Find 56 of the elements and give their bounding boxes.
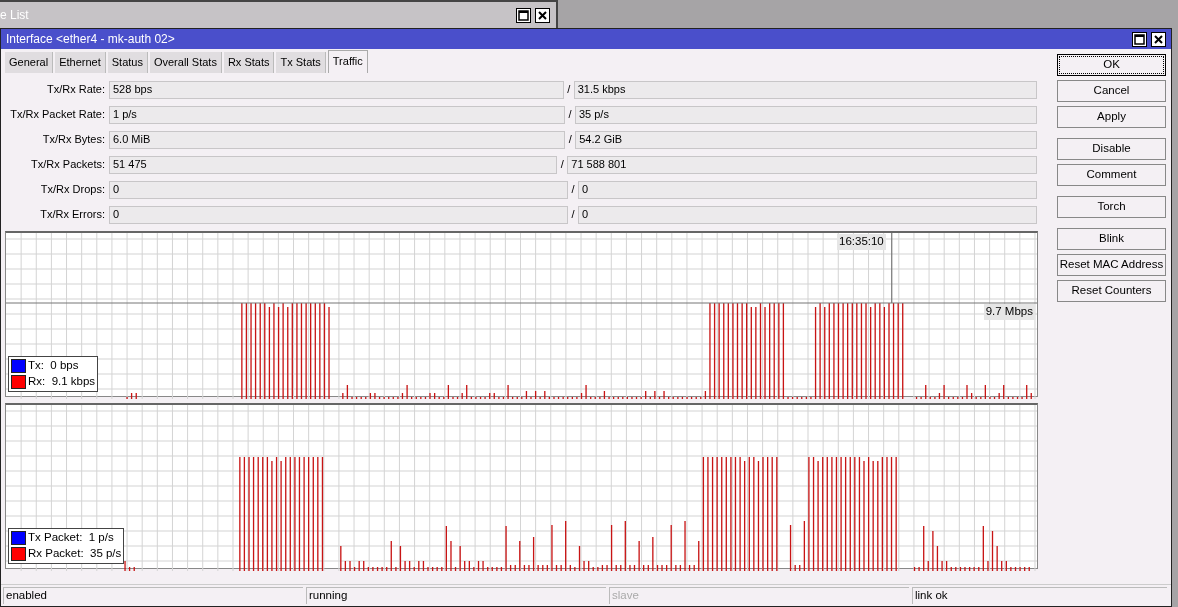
value-field: 71 588 801: [567, 155, 1037, 174]
separator-text: /: [566, 82, 572, 97]
value-field: 528 bps: [109, 80, 564, 99]
field-label: Tx/Rx Packet Rate:: [9, 107, 106, 122]
value-field: 51 475: [109, 155, 558, 174]
action-button[interactable]: Comment: [1057, 164, 1166, 186]
window-title: e List: [0, 7, 29, 23]
value-field: 54.2 GiB: [575, 130, 1037, 149]
status-text: running: [306, 587, 606, 604]
legend-text: Rx Packet: 35 p/s: [28, 547, 122, 561]
close-button[interactable]: [535, 7, 550, 23]
scale-label: 9.7 Mbps: [983, 304, 1035, 320]
time-label: 16:35:10: [837, 234, 886, 250]
value-field: 31.5 kbps: [573, 80, 1037, 99]
legend-text: Rx: 9.1 kbps: [28, 375, 96, 389]
value-field: 0: [109, 205, 568, 224]
separator-text: /: [570, 207, 576, 222]
field-label: Tx/Rx Packets:: [30, 157, 106, 172]
window-title: Interface <ether4 - mk-auth 02>: [6, 31, 175, 47]
value-field: 0: [109, 180, 568, 199]
action-button[interactable]: Reset MAC Address: [1057, 254, 1166, 276]
field-label: Tx/Rx Drops:: [39, 182, 106, 197]
maximize-button[interactable]: [516, 7, 531, 23]
tab[interactable]: Rx Stats: [223, 52, 275, 73]
status-text: slave: [609, 587, 909, 604]
value-field: 35 p/s: [574, 105, 1037, 124]
action-button[interactable]: Torch: [1057, 196, 1166, 218]
legend-text: Tx Packet: 1 p/s: [28, 531, 114, 545]
tab[interactable]: Ethernet: [55, 52, 106, 73]
action-button[interactable]: Apply: [1057, 106, 1166, 128]
action-button[interactable]: Disable: [1057, 138, 1166, 160]
action-button[interactable]: Blink: [1057, 228, 1166, 250]
field-label: Tx/Rx Bytes:: [41, 132, 106, 147]
separator-text: /: [559, 157, 565, 172]
status-text: link ok: [912, 587, 1167, 604]
tab[interactable]: Tx Stats: [276, 52, 326, 73]
value-field: 0: [578, 205, 1037, 224]
status-text: enabled: [3, 587, 303, 604]
tab[interactable]: Status: [107, 52, 148, 73]
field-label: Tx/Rx Rate:: [45, 82, 106, 97]
separator-text: /: [567, 107, 573, 122]
maximize-button[interactable]: [1132, 31, 1147, 47]
field-label: Tx/Rx Errors:: [39, 207, 106, 222]
value-field: 1 p/s: [109, 105, 565, 124]
value-field: 6.0 MiB: [109, 130, 566, 149]
tab[interactable]: Overall Stats: [149, 52, 222, 73]
close-button[interactable]: [1151, 31, 1166, 47]
separator-text: /: [567, 132, 573, 147]
action-button[interactable]: Reset Counters: [1057, 280, 1166, 302]
tab[interactable]: Traffic: [327, 50, 368, 73]
action-button[interactable]: OK: [1057, 54, 1166, 76]
separator-text: /: [570, 182, 576, 197]
legend-text: Tx: 0 bps: [28, 359, 79, 373]
value-field: 0: [578, 180, 1037, 199]
tab[interactable]: General: [5, 52, 54, 73]
action-button[interactable]: Cancel: [1057, 80, 1166, 102]
